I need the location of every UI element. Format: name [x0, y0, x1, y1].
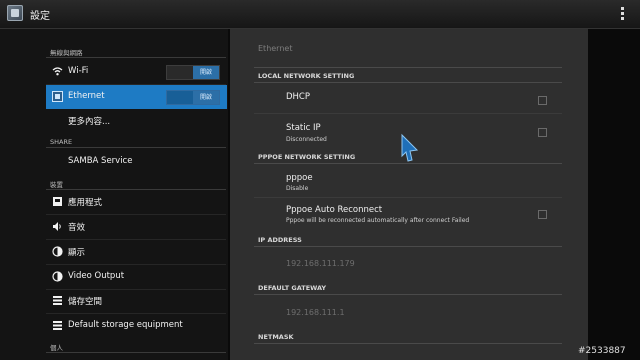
divider: [254, 163, 562, 164]
pppoe-auto-checkbox[interactable]: [538, 210, 547, 219]
divider: [254, 113, 562, 114]
default-storage-icon: [52, 320, 63, 331]
pppoe-auto-summary: Pppoe will be reconnected automatically …: [286, 217, 470, 224]
mouse-cursor-icon: [400, 133, 420, 163]
section-netmask: NETMASK: [258, 333, 294, 341]
sidebar-item-label: SAMBA Service: [68, 156, 133, 166]
wifi-icon: [52, 66, 63, 77]
sidebar-item-label: Ethernet: [68, 91, 105, 101]
static-ip-checkbox[interactable]: [538, 128, 547, 137]
dhcp-title: DHCP: [286, 92, 310, 102]
section-personal: 個人: [50, 344, 63, 352]
settings-app-icon[interactable]: [7, 5, 23, 21]
divider: [46, 352, 226, 353]
ip-address-value: 192.168.111.179: [286, 259, 355, 268]
sidebar-item-label: 音效: [68, 223, 86, 233]
divider: [254, 343, 562, 344]
ethernet-toggle[interactable]: 開啟: [166, 90, 220, 105]
pppoe-summary: Disable: [286, 185, 309, 192]
sidebar-item-display[interactable]: 顯示: [46, 240, 227, 264]
action-bar: 設定: [0, 0, 640, 29]
dhcp-checkbox[interactable]: [538, 96, 547, 105]
wifi-toggle[interactable]: 開啟: [166, 65, 220, 80]
static-ip-summary: Disconnected: [286, 136, 327, 143]
toggle-on-label: 開啟: [193, 66, 219, 79]
sidebar-item-storage[interactable]: 儲存空間: [46, 289, 227, 313]
divider: [254, 197, 562, 198]
ethernet-icon: [52, 91, 63, 102]
pppoe-auto-title: Pppoe Auto Reconnect: [286, 205, 383, 215]
sidebar-item-apps[interactable]: 應用程式: [46, 190, 227, 214]
ethernet-detail-pane: Ethernet LOCAL NETWORK SETTING DHCP Stat…: [230, 29, 588, 360]
sidebar-item-label: Default storage equipment: [68, 320, 183, 330]
video-output-icon: [52, 271, 63, 282]
section-default-gateway: DEFAULT GATEWAY: [258, 284, 327, 292]
storage-icon: [52, 295, 63, 306]
sidebar-item-video-output[interactable]: Video Output: [46, 265, 227, 289]
section-pppoe-network: PPPOE NETWORK SETTING: [258, 153, 356, 161]
sidebar-item-label: 顯示: [68, 248, 86, 258]
divider: [254, 67, 562, 68]
sidebar-item-samba[interactable]: SAMBA Service: [46, 150, 227, 174]
section-wireless: 無線與網路: [50, 49, 83, 57]
sidebar-item-sound[interactable]: 音效: [46, 215, 227, 239]
section-ip-address: IP ADDRESS: [258, 236, 302, 244]
static-ip-title: Static IP: [286, 123, 321, 133]
divider: [254, 246, 562, 247]
apps-icon: [52, 196, 63, 207]
settings-list: 無線與網路 Wi-Fi 開啟 Ethernet 開啟 更多內容... SHARE…: [0, 29, 228, 360]
watermark: #2533887: [578, 346, 626, 356]
overflow-menu-icon[interactable]: [618, 6, 626, 22]
app-title: 設定: [30, 11, 50, 22]
section-device: 裝置: [50, 181, 63, 189]
divider: [254, 82, 562, 83]
sidebar-item-label: 儲存空間: [68, 297, 103, 307]
sidebar-item-ethernet[interactable]: Ethernet 開啟: [46, 85, 227, 109]
pane-title: Ethernet: [258, 44, 293, 53]
sidebar-item-label: Video Output: [68, 271, 125, 281]
sidebar-item-label: 更多內容...: [68, 117, 111, 127]
display-icon: [52, 246, 63, 257]
gateway-value: 192.168.111.1: [286, 308, 345, 317]
sidebar-item-wifi[interactable]: Wi-Fi 開啟: [46, 60, 227, 84]
sidebar-item-label: Wi-Fi: [68, 66, 89, 76]
pppoe-title: pppoe: [286, 173, 313, 183]
toggle-on-label: 開啟: [193, 91, 219, 104]
sidebar-item-more[interactable]: 更多內容...: [46, 109, 227, 133]
sidebar-item-label: 應用程式: [68, 198, 103, 208]
section-local-network: LOCAL NETWORK SETTING: [258, 72, 355, 80]
divider: [46, 57, 226, 58]
sidebar-item-default-storage[interactable]: Default storage equipment: [46, 314, 227, 338]
section-share: SHARE: [50, 138, 73, 146]
divider: [254, 294, 562, 295]
sound-icon: [52, 221, 63, 232]
divider: [46, 147, 226, 148]
